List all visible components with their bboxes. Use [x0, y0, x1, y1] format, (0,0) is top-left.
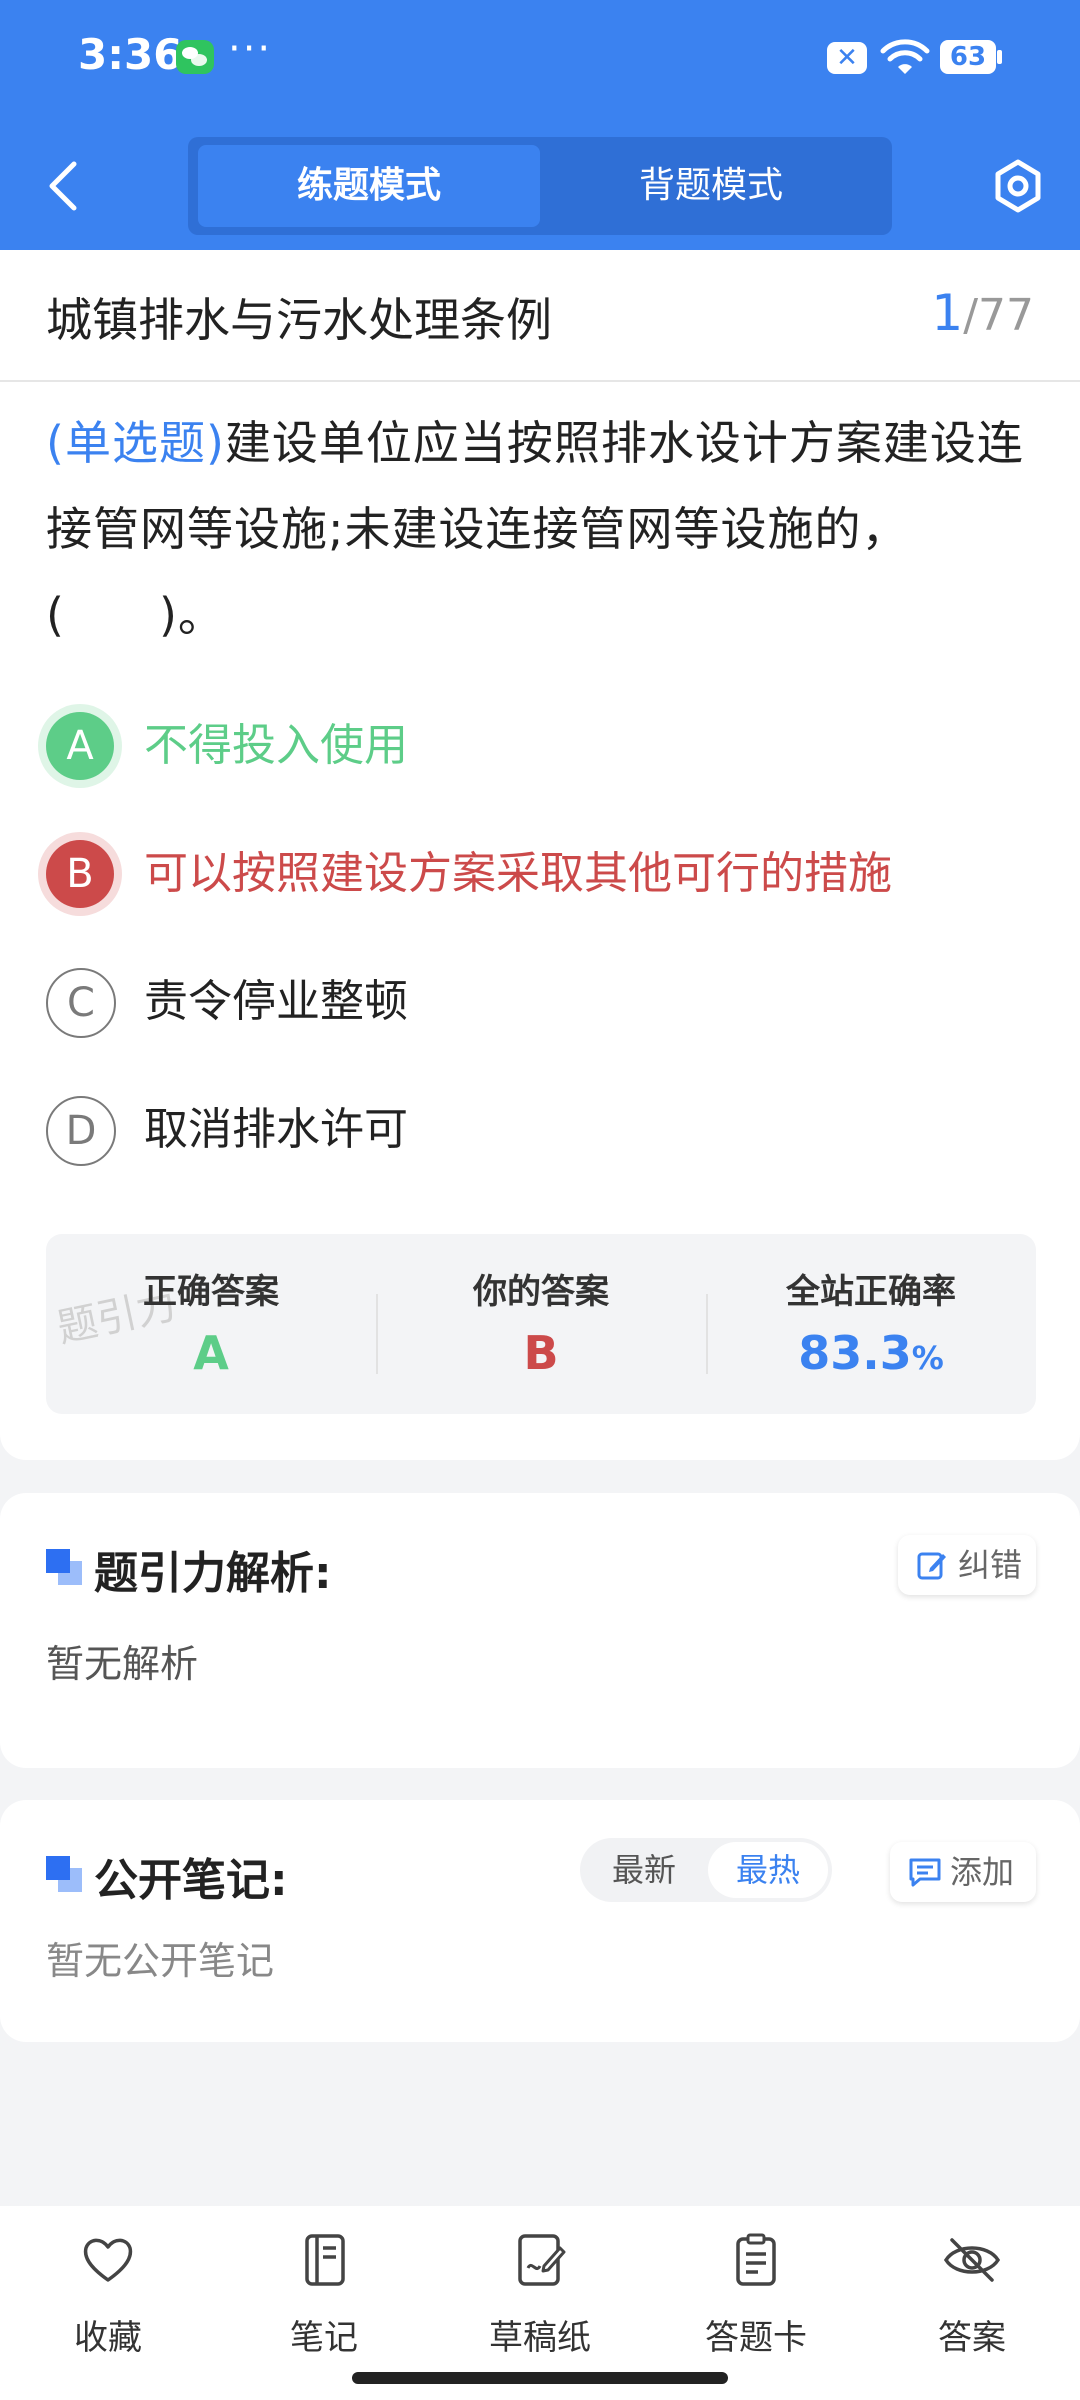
notebook-icon [305, 2234, 345, 2286]
stat-label: 全站正确率 [786, 1272, 956, 1312]
answer-card-button[interactable]: 答题卡 [676, 2230, 836, 2358]
analysis-card: 题引力解析: 纠错 暂无解析 [0, 1493, 1080, 1768]
add-note-label: 添加 [950, 1853, 1015, 1891]
nav-label: 草稿纸 [489, 2318, 591, 2358]
option-text: 责令停业整顿 [144, 976, 408, 1027]
question-card: 城镇排水与污水处理条例 1/77 (单选题)建设单位应当按照排水设计方案建设连接… [0, 250, 1080, 1460]
heart-icon [83, 2238, 133, 2282]
option-c[interactable]: C 责令停业整顿 [46, 968, 1036, 1042]
tab-practice-mode[interactable]: 练题模式 [198, 145, 540, 227]
option-text: 可以按照建设方案采取其他可行的措施 [144, 848, 892, 899]
home-indicator[interactable] [352, 2372, 728, 2384]
option-a[interactable]: A 不得投入使用 [46, 712, 1036, 786]
back-button[interactable] [40, 158, 90, 214]
answer-card-icon [736, 2233, 776, 2286]
status-bar: 3:36 ··· ✕ 63 [0, 0, 1080, 120]
mode-toggle: 练题模式 背题模式 [188, 137, 892, 235]
draft-icon [518, 2234, 566, 2286]
edit-icon [917, 1552, 946, 1580]
your-answer-value: B [523, 1326, 559, 1380]
option-text: 取消排水许可 [144, 1104, 408, 1155]
report-error-label: 纠错 [958, 1546, 1023, 1584]
comment-icon [909, 1858, 941, 1887]
sim-off-icon: ✕ [827, 42, 867, 74]
option-text: 不得投入使用 [144, 720, 408, 771]
your-answer-stat: 你的答案 B [376, 1234, 706, 1414]
chapter-title: 城镇排水与污水处理条例 [46, 293, 552, 347]
nav-label: 笔记 [290, 2318, 358, 2358]
settings-icon[interactable] [988, 156, 1048, 216]
nav-label: 答案 [938, 2318, 1006, 2358]
section-icon [46, 1549, 82, 1585]
eye-off-icon [943, 2238, 1001, 2282]
more-notifications-icon: ··· [228, 26, 273, 72]
option-letter: A [46, 712, 114, 780]
show-answer-button[interactable]: 答案 [892, 2230, 1052, 2358]
option-b[interactable]: B 可以按照建设方案采取其他可行的措施 [46, 840, 1036, 914]
add-note-button[interactable]: 添加 [890, 1842, 1036, 1902]
stat-label: 你的答案 [473, 1272, 609, 1312]
nav-label: 答题卡 [705, 2318, 807, 2358]
report-error-button[interactable]: 纠错 [898, 1535, 1036, 1595]
notes-title: 公开笔记: [94, 1855, 288, 1906]
status-time: 3:36 [78, 30, 183, 79]
stat-label: 正确答案 [143, 1272, 279, 1312]
notes-body: 暂无公开笔记 [46, 1939, 275, 1983]
option-letter: D [46, 1096, 116, 1166]
answer-stats: 题引力 正确答案 A 你的答案 B 全站正确率 83.3% [46, 1234, 1036, 1414]
wifi-icon [880, 39, 930, 74]
battery-icon: 63 [940, 40, 1002, 74]
chapter-row: 城镇排水与污水处理条例 1/77 [0, 250, 1080, 382]
sort-hot-button[interactable]: 最热 [708, 1842, 828, 1898]
correct-answer-value: A [193, 1326, 229, 1380]
public-notes-card: 公开笔记: 最新 最热 添加 暂无公开笔记 [0, 1800, 1080, 2042]
total-questions: /77 [963, 290, 1034, 341]
option-letter: C [46, 968, 116, 1038]
nav-label: 收藏 [74, 2318, 142, 2358]
tab-memorize-mode[interactable]: 背题模式 [540, 145, 882, 227]
question-counter: 1/77 [931, 284, 1034, 342]
notes-sort-toggle: 最新 最热 [580, 1838, 832, 1902]
accuracy-rate-number: 83.3 [798, 1326, 912, 1380]
draft-paper-button[interactable]: 草稿纸 [460, 2230, 620, 2358]
option-d[interactable]: D 取消排水许可 [46, 1096, 1036, 1170]
wechat-notification-icon [176, 40, 214, 74]
section-icon [46, 1856, 82, 1892]
app-header: 3:36 ··· ✕ 63 练题模式 背题模式 [0, 0, 1080, 250]
correct-answer-stat: 正确答案 A [46, 1234, 376, 1414]
option-letter: B [46, 840, 114, 908]
notes-button[interactable]: 笔记 [244, 2230, 404, 2358]
accuracy-rate-stat: 全站正确率 83.3% [706, 1234, 1036, 1414]
question-text: (单选题)建设单位应当按照排水设计方案建设连接管网等设施;未建设连接管网等设施的… [46, 400, 1036, 658]
favorite-button[interactable]: 收藏 [28, 2230, 188, 2358]
analysis-title: 题引力解析: [94, 1548, 332, 1599]
accuracy-rate-value: 83.3% [706, 1326, 1036, 1380]
accuracy-rate-unit: % [911, 1339, 944, 1377]
current-question-number: 1 [931, 284, 964, 342]
sort-latest-button[interactable]: 最新 [584, 1842, 704, 1898]
bottom-toolbar: 收藏 笔记 草稿纸 答题卡 答案 [0, 2206, 1080, 2400]
question-type: (单选题) [46, 416, 225, 470]
analysis-body: 暂无解析 [46, 1642, 199, 1686]
